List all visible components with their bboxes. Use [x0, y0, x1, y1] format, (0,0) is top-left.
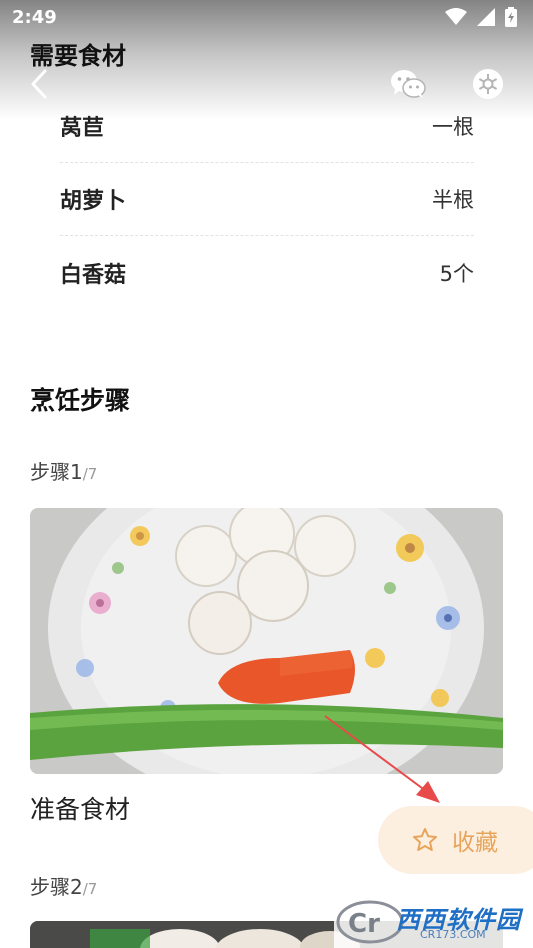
step-1-photo[interactable] — [30, 508, 503, 774]
wechat-icon — [391, 70, 426, 98]
ingredient-amount: 半根 — [432, 188, 474, 212]
step-total: /7 — [82, 880, 98, 898]
svg-text:Cr: Cr — [348, 909, 380, 939]
back-button[interactable] — [22, 64, 56, 104]
ingredients-photo — [30, 508, 503, 774]
step-2-label: 步骤2/7 — [30, 871, 97, 900]
wifi-icon — [445, 8, 467, 25]
moments-share-button[interactable] — [468, 64, 508, 104]
signal-icon — [477, 8, 495, 26]
favorite-label: 收藏 — [452, 830, 498, 856]
star-icon — [413, 828, 437, 851]
watermark-logo: Cr 西西软件园 CR173.COM — [334, 896, 533, 948]
battery-icon — [505, 7, 517, 27]
step-1-label: 步骤1/7 — [30, 456, 97, 485]
step-number: 步骤2 — [30, 875, 83, 899]
nav-bar: 需要食材 — [0, 34, 533, 118]
moments-icon — [473, 69, 503, 99]
ingredient-row: 胡萝卜 半根 — [60, 163, 474, 236]
step-number: 步骤1 — [30, 460, 83, 484]
wechat-share-button[interactable] — [386, 64, 430, 104]
status-icons — [445, 7, 517, 27]
status-bar: 2:49 — [0, 0, 533, 34]
ingredient-name: 白香菇 — [60, 262, 127, 288]
back-arrow-icon — [31, 69, 47, 99]
ingredient-amount: 5个 — [439, 261, 474, 286]
favorite-button[interactable]: 收藏 — [378, 806, 533, 874]
ingredient-list: 莴苣 一根 胡萝卜 半根 白香菇 5个 — [60, 90, 474, 309]
ingredient-row: 白香菇 5个 — [60, 236, 474, 309]
status-time: 2:49 — [12, 6, 57, 28]
watermark-sub: CR173.COM — [420, 928, 486, 941]
steps-section-title: 烹饪步骤 — [30, 386, 131, 415]
step-total: /7 — [82, 465, 98, 483]
ingredient-name: 胡萝卜 — [60, 189, 127, 214]
step-1-description: 准备食材 — [30, 795, 131, 824]
